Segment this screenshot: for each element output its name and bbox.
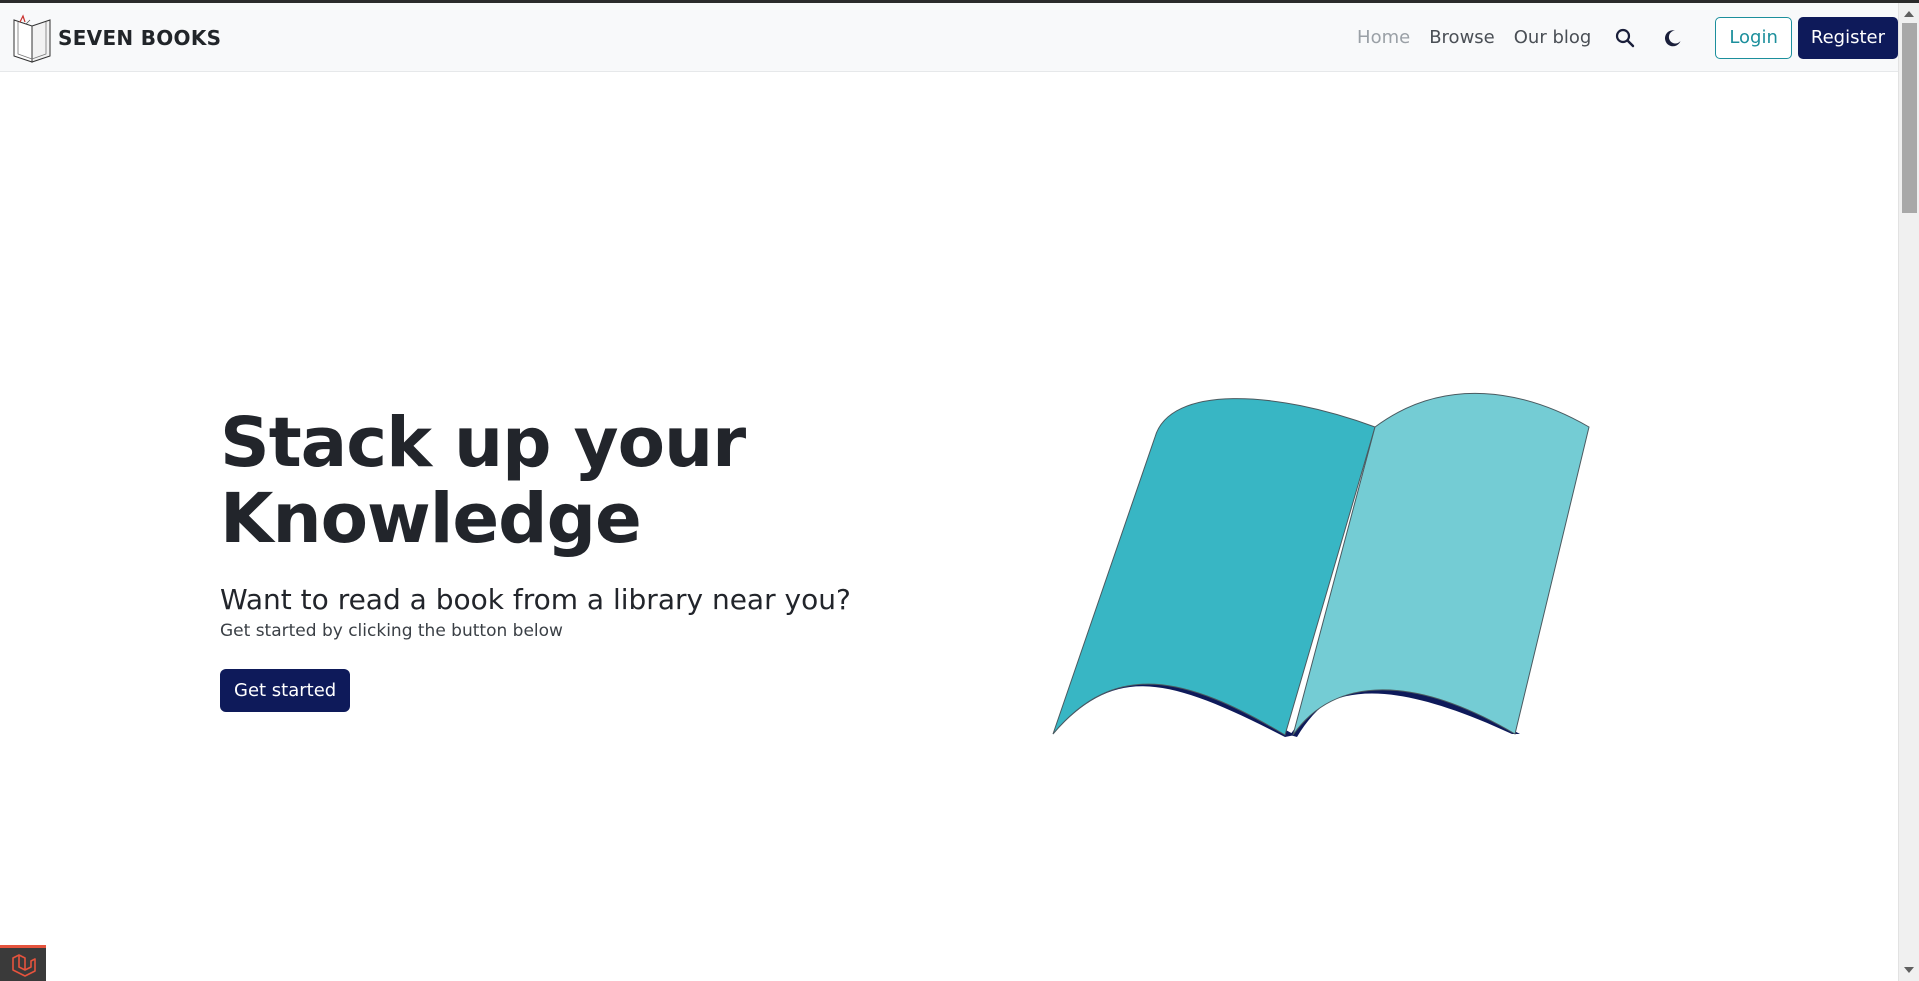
laravel-icon: [12, 953, 36, 977]
scroll-thumb[interactable]: [1902, 23, 1917, 213]
scroll-up-arrow-icon[interactable]: [1904, 11, 1914, 17]
debug-toolbar-badge[interactable]: [0, 945, 46, 981]
open-book-illustration: [1052, 392, 1590, 737]
hero-title-line1: Stack up your: [220, 403, 746, 483]
top-navbar: SEVEN BOOKS Home Browse Our blog Login R…: [0, 3, 1898, 72]
scroll-down-arrow-icon[interactable]: [1904, 967, 1914, 973]
brand-link[interactable]: SEVEN BOOKS: [12, 12, 221, 64]
theme-toggle-button[interactable]: [1659, 24, 1687, 52]
get-started-button[interactable]: Get started: [220, 669, 351, 712]
register-button[interactable]: Register: [1797, 16, 1898, 59]
nav-links: Home Browse Our blog Login Register: [1338, 3, 1898, 72]
login-button[interactable]: Login: [1715, 16, 1792, 59]
search-button[interactable]: [1611, 24, 1639, 52]
hero-subtitle: Want to read a book from a library near …: [220, 583, 851, 616]
nav-link-browse[interactable]: Browse: [1429, 27, 1495, 48]
hero-title-line2: Knowledge: [220, 479, 642, 559]
hero-description: Get started by clicking the button below: [220, 621, 563, 641]
moon-icon: [1665, 29, 1681, 46]
page-scrollbar[interactable]: [1898, 3, 1919, 981]
nav-link-home[interactable]: Home: [1357, 27, 1410, 48]
search-icon: [1616, 28, 1635, 47]
open-book-logo-icon: [13, 14, 51, 63]
nav-link-blog[interactable]: Our blog: [1514, 27, 1592, 48]
hero-title: Stack up your Knowledge: [220, 405, 940, 557]
hero-section: Stack up your Knowledge Want to read a b…: [220, 405, 940, 712]
brand-name: SEVEN BOOKS: [58, 26, 222, 50]
